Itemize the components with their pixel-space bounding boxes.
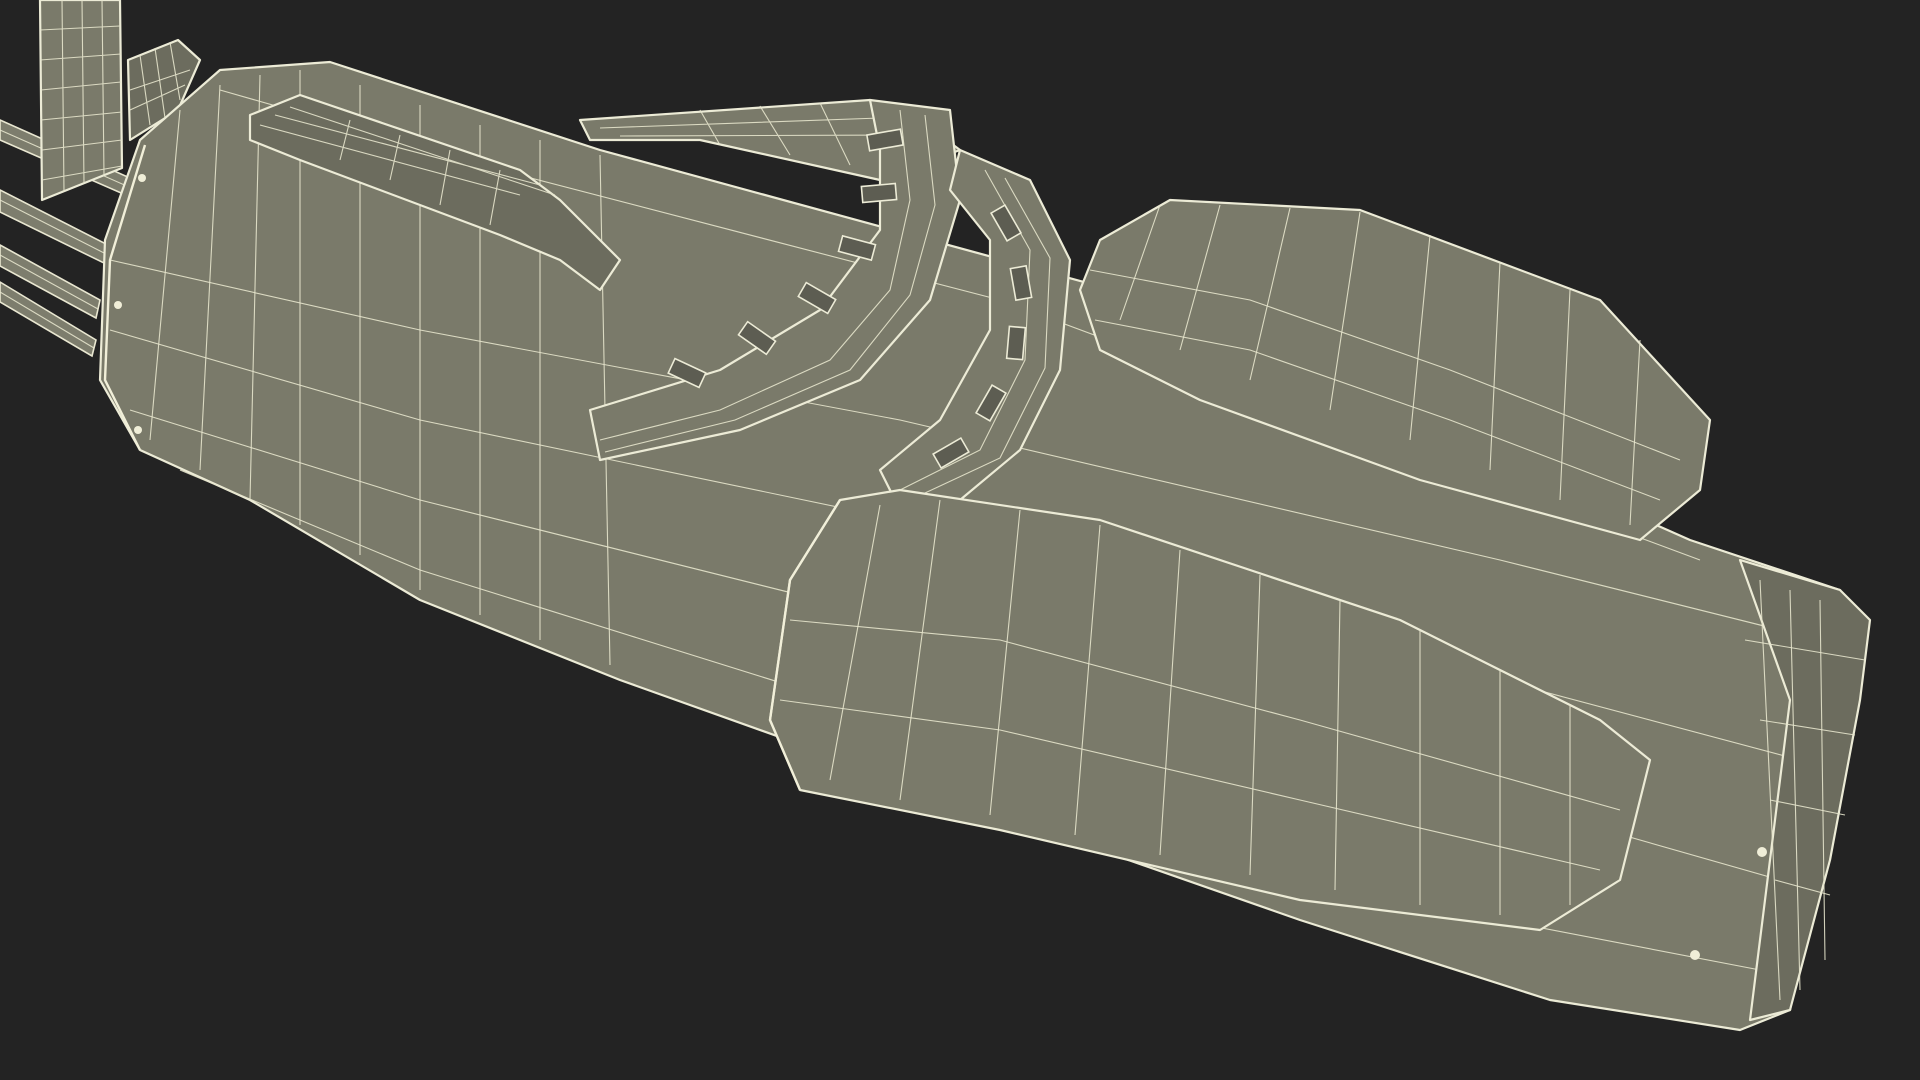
- strap-slot: [860, 182, 898, 204]
- strap-slot: [1005, 325, 1027, 361]
- rivet: [1757, 847, 1767, 857]
- wireframe-render: [0, 0, 1872, 1032]
- 3d-viewport: [0, 0, 1920, 1080]
- rivet: [1690, 950, 1700, 960]
- club-head: [38, 0, 124, 202]
- club-shaft: [0, 189, 111, 266]
